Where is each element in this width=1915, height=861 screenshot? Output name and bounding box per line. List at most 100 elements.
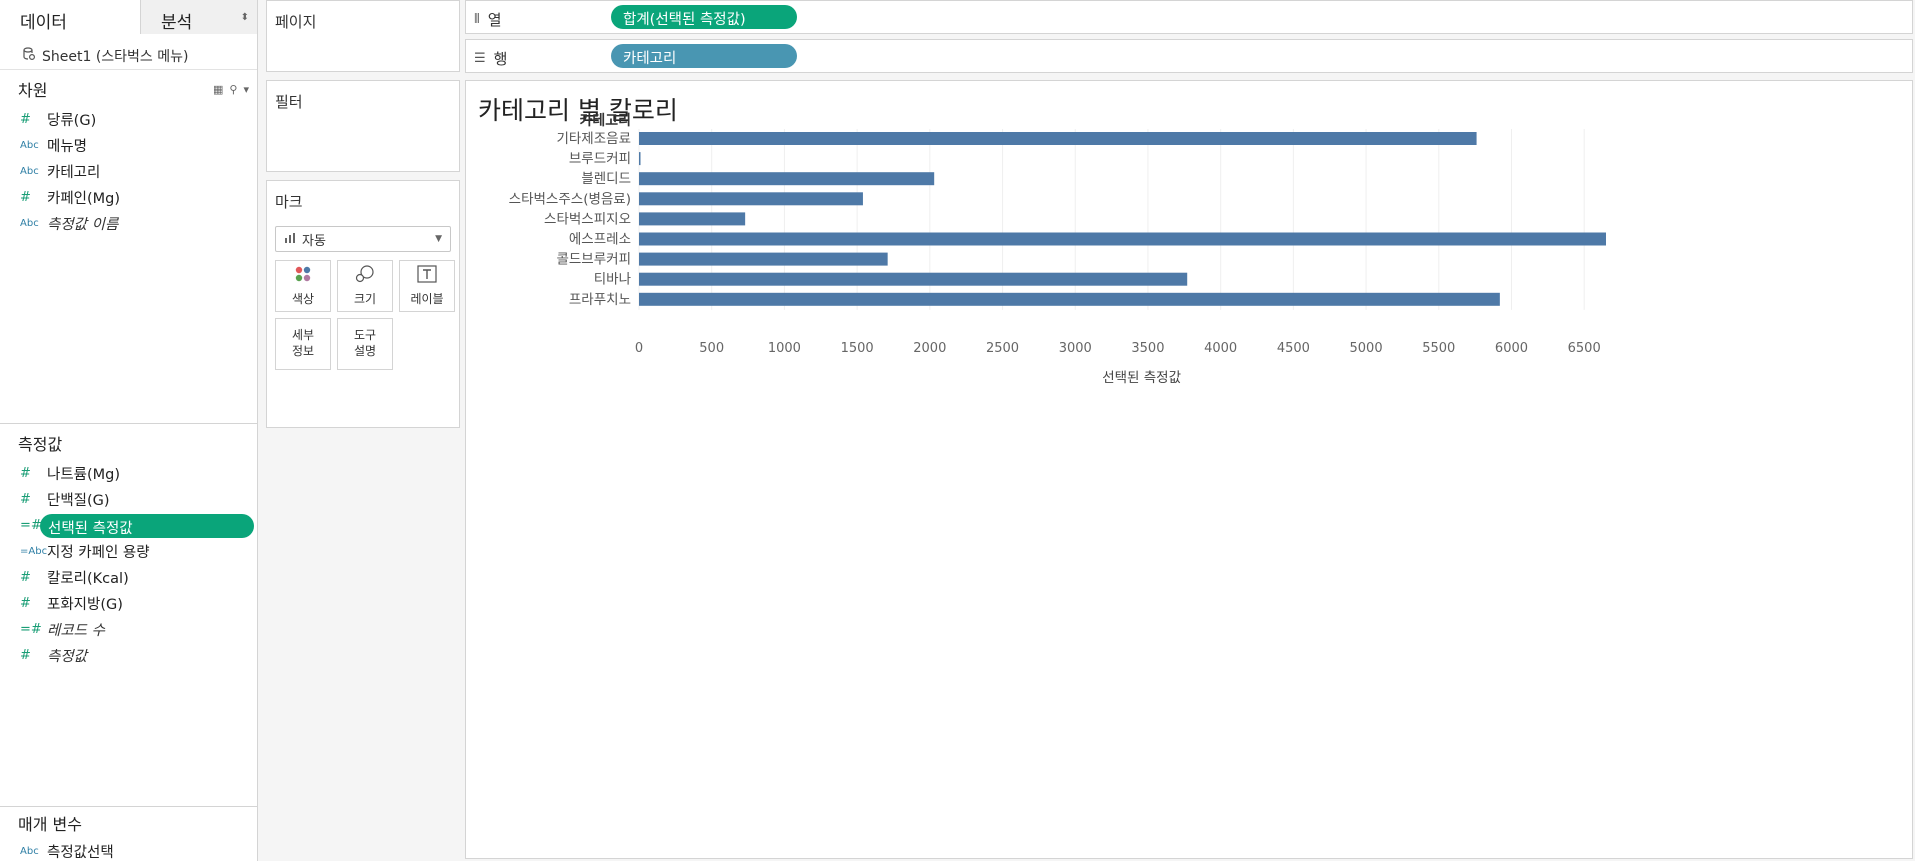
row-header: 카테고리 — [579, 113, 631, 129]
bar — [639, 272, 1188, 286]
data-source[interactable]: Sheet1 (스타벅스 메뉴) — [0, 34, 257, 70]
detail-button[interactable]: 세부 정보 — [275, 318, 331, 370]
size-button[interactable]: 크기 — [337, 260, 393, 312]
bar — [639, 172, 935, 186]
dimension-field[interactable]: # 카페인(Mg) — [0, 184, 257, 210]
columns-icon: ⦀ — [474, 12, 480, 27]
parameters-title: 매개 변수 — [18, 815, 82, 834]
measures-title: 측정값 — [18, 435, 63, 454]
tab-data-label: 데이터 — [20, 13, 67, 33]
x-tick-label: 1000 — [768, 341, 801, 356]
label-button[interactable]: 레이블 — [399, 260, 455, 312]
measure-field-name: 포화지방(G) — [47, 596, 123, 613]
category-label: 티바나 — [594, 272, 631, 288]
grid-view-icon[interactable]: ▦ — [213, 83, 223, 96]
dimension-field-name: 카페인(Mg) — [47, 190, 121, 207]
measure-field[interactable]: # 나트륨(Mg) — [0, 460, 258, 486]
dimension-field-name: 메뉴명 — [47, 138, 88, 155]
tab-analysis-label: 분석 — [161, 13, 193, 33]
x-tick-label: 5500 — [1422, 341, 1455, 356]
label-label: 레이블 — [410, 291, 444, 306]
mark-type-select[interactable]: 자동 ▼ — [275, 226, 451, 252]
tab-data[interactable]: 데이터 — [0, 0, 140, 34]
x-tick-label: 3500 — [1131, 341, 1164, 356]
size-icon — [355, 265, 375, 286]
dimension-field[interactable]: # 당류(G) — [0, 106, 257, 132]
rows-pill-label: 카테고리 — [623, 51, 677, 67]
category-label: 스타벅스피지오 — [544, 211, 631, 227]
x-tick-label: 5000 — [1350, 341, 1383, 356]
dimension-field[interactable]: Abc 카테고리 — [0, 158, 257, 184]
parameter-field[interactable]: Abc 측정값선택 — [0, 838, 258, 861]
measure-field[interactable]: # 측정값 — [0, 642, 258, 668]
tableau-workspace: 데이터 분석 ⬍ Sheet1 (스타벅스 메뉴) 차원 ▦ ⚲ ▾ # 당류(G… — [0, 0, 1915, 861]
text-type-icon: =Abc — [20, 545, 48, 557]
number-type-icon: # — [20, 647, 31, 663]
color-label: 색상 — [291, 291, 315, 306]
measure-field[interactable]: =# 레코드 수 — [0, 616, 258, 642]
text-label-icon — [417, 265, 437, 286]
x-tick-label: 500 — [699, 341, 724, 356]
category-label: 콜드브루커피 — [556, 252, 631, 268]
rows-pill[interactable]: 카테고리 — [611, 44, 797, 68]
category-label: 브루드커피 — [569, 151, 631, 167]
measure-field-name: 레코드 수 — [47, 622, 105, 639]
category-label: 스타벅스주스(병음료) — [509, 191, 631, 207]
text-type-icon: Abc — [20, 165, 39, 177]
viz-canvas[interactable]: 카테고리 별 칼로리 카테고리 기타제조음료 브루드커피 블렌디드 스타벅스주스(병음료… — [465, 80, 1913, 859]
datasource-icon — [22, 46, 36, 65]
x-tick-label: 2000 — [913, 341, 946, 356]
measure-field[interactable]: # 칼로리(Kcal) — [0, 564, 258, 590]
pages-card[interactable]: 페이지 — [266, 0, 460, 72]
columns-pill[interactable]: 합계(선택된 측정값) — [611, 5, 797, 29]
bar — [639, 252, 888, 266]
category-label: 프라푸치노 — [569, 292, 631, 308]
text-type-icon: Abc — [20, 845, 39, 857]
x-tick-label: 6000 — [1495, 341, 1528, 356]
columns-shelf[interactable]: ⦀ 열 합계(선택된 측정값) — [465, 0, 1913, 34]
measure-field-name: 측정값 — [47, 648, 88, 665]
color-button[interactable]: 색상 — [275, 260, 331, 312]
rows-shelf[interactable]: ☰ 행 카테고리 — [465, 39, 1913, 73]
x-tick-label: 3000 — [1059, 341, 1092, 356]
bar — [639, 292, 1500, 306]
mark-type-label: 자동 — [302, 233, 326, 249]
measure-field[interactable]: # 포화지방(G) — [0, 590, 258, 616]
measure-field[interactable]: =# 선택된 측정값 — [0, 512, 258, 538]
dimensions-header: 차원 ▦ ⚲ ▾ — [0, 72, 257, 106]
divider — [0, 423, 258, 424]
number-type-icon: # — [20, 111, 31, 127]
dimension-field-name: 당류(G) — [47, 112, 97, 129]
chevron-down-icon[interactable]: ▾ — [243, 83, 249, 96]
x-tick-label: 2500 — [986, 341, 1019, 356]
number-type-icon: # — [20, 595, 31, 611]
number-type-icon: # — [20, 465, 31, 481]
marks-card: 마크 자동 ▼ 색상 크기 레이블 세부 정보 도구 설명 — [266, 180, 460, 428]
dimension-field-name: 카테고리 — [47, 164, 101, 181]
x-tick-label: 4500 — [1277, 341, 1310, 356]
datasource-name: Sheet1 (스타벅스 메뉴) — [42, 48, 189, 65]
number-type-icon: # — [20, 491, 31, 507]
text-type-icon: Abc — [20, 217, 39, 229]
data-pane: 데이터 분석 ⬍ Sheet1 (스타벅스 메뉴) 차원 ▦ ⚲ ▾ # 당류(G… — [0, 0, 258, 861]
bar-chart: 카테고리기타제조음료브루드커피블렌디드스타벅스주스(병음료) 스타벅스피지오에스프… — [509, 113, 1606, 386]
measure-field-name: 단백질(G) — [47, 492, 110, 509]
tooltip-button[interactable]: 도구 설명 — [337, 318, 393, 370]
filters-title: 필터 — [275, 93, 303, 111]
measure-field-name: 지정 카페인 용량 — [47, 544, 150, 561]
tab-analysis[interactable]: 분석 ⬍ — [140, 0, 257, 34]
number-type-icon: # — [20, 189, 31, 205]
bar — [639, 232, 1606, 246]
search-icon[interactable]: ⚲ — [229, 83, 237, 96]
dimension-field[interactable]: Abc 메뉴명 — [0, 132, 257, 158]
filters-card[interactable]: 필터 — [266, 80, 460, 172]
columns-label: 열 — [487, 11, 502, 29]
bar-chart-icon — [284, 232, 296, 247]
measure-field[interactable]: =Abc 지정 카페인 용량 — [0, 538, 258, 564]
measure-field[interactable]: # 단백질(G) — [0, 486, 258, 512]
bar — [639, 192, 863, 206]
tooltip-label: 도구 설명 — [353, 328, 377, 358]
dimension-field[interactable]: Abc 측정값 이름 — [0, 210, 257, 236]
detail-label: 세부 정보 — [291, 328, 315, 358]
size-label: 크기 — [353, 291, 377, 306]
